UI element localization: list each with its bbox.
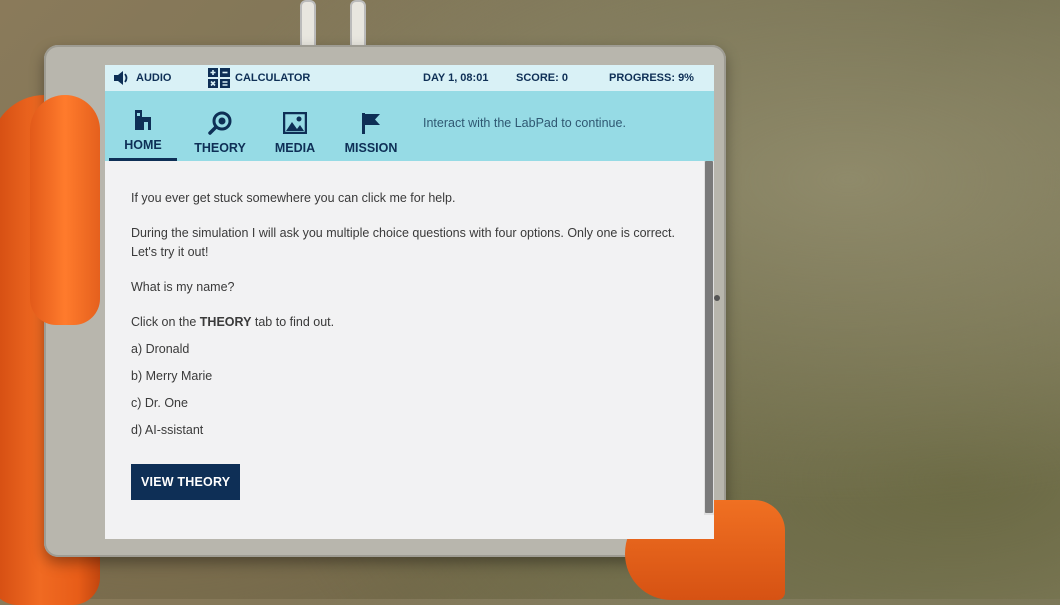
view-theory-button[interactable]: VIEW THEORY	[131, 464, 241, 500]
scrollbar-thumb[interactable]	[705, 161, 713, 513]
score-display: SCORE: 0	[516, 72, 568, 84]
intro-text: During the simulation I will ask you mul…	[131, 226, 676, 259]
left-thumb	[30, 95, 100, 325]
media-icon	[283, 111, 307, 135]
tab-media[interactable]: MEDIA	[265, 91, 325, 161]
tab-mission-label: MISSION	[344, 141, 398, 155]
top-status-bar: AUDIO CALCULATOR DAY 1, 08:01 SCORE: 0 P…	[105, 65, 714, 91]
content-scrollbar[interactable]	[704, 161, 714, 515]
home-content: If you ever get stuck somewhere you can …	[105, 161, 691, 500]
tab-media-label: MEDIA	[274, 141, 316, 155]
calculator-icon	[208, 68, 230, 88]
speaker-icon	[114, 71, 128, 85]
help-text: If you ever get stuck somewhere you can …	[131, 191, 456, 205]
audio-button[interactable]: AUDIO	[113, 65, 171, 91]
question-text: What is my name?	[131, 280, 235, 294]
hint-text: Interact with the LabPad to continue.	[423, 116, 626, 130]
tab-theory-label: THEORY	[194, 141, 246, 155]
tab-home-label: HOME	[124, 138, 162, 152]
tablet-camera-dot	[714, 295, 720, 301]
tab-home[interactable]: HOME	[109, 91, 177, 161]
option-d: d) AI-ssistant	[131, 423, 204, 437]
nav-tab-bar: HOME THEORY MEDIA MISSION Interact with …	[105, 91, 714, 161]
audio-label: AUDIO	[136, 72, 172, 84]
option-c: c) Dr. One	[131, 396, 188, 410]
home-icon	[131, 108, 155, 132]
progress-display: PROGRESS: 9%	[609, 72, 694, 84]
tab-mission[interactable]: MISSION	[339, 91, 403, 161]
instruction-suffix: tab to find out.	[251, 315, 335, 329]
flag-icon	[359, 111, 383, 135]
calculator-label: CALCULATOR	[235, 72, 311, 84]
theory-icon	[208, 111, 232, 135]
instruction-bold: THEORY	[199, 315, 252, 329]
option-b: b) Merry Marie	[131, 369, 213, 383]
instruction-text: Click on the THEORY tab to find out.	[131, 313, 691, 332]
tab-theory[interactable]: THEORY	[187, 91, 253, 161]
day-time-display: DAY 1, 08:01	[423, 72, 489, 84]
option-a: a) Dronald	[131, 342, 190, 356]
labpad-screen: AUDIO CALCULATOR DAY 1, 08:01 SCORE: 0 P…	[105, 65, 714, 539]
instruction-prefix: Click on the	[131, 315, 200, 329]
calculator-button[interactable]: CALCULATOR	[208, 65, 310, 91]
